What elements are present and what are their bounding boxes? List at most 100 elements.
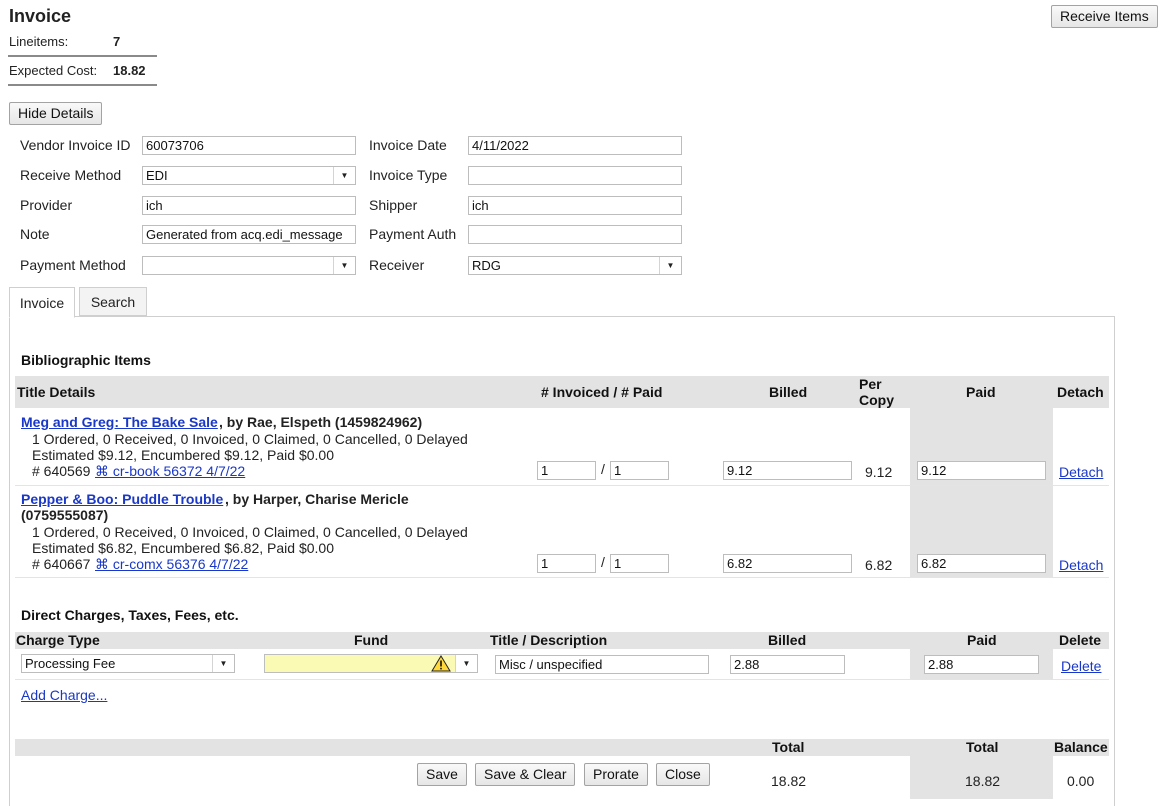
charge-paid-input[interactable]: 2.88	[924, 655, 1039, 674]
lineitems-divider	[8, 55, 157, 57]
col-charge-billed: Billed	[768, 632, 807, 648]
provider-label: Provider	[20, 197, 73, 213]
paid-input[interactable]: 6.82	[917, 554, 1046, 573]
payment-auth-label: Payment Auth	[369, 226, 457, 242]
item-byline-isbn: (0759555087)	[21, 507, 109, 523]
balance-label: Balance	[1054, 739, 1108, 755]
lineitems-value: 7	[113, 34, 121, 49]
col-charge-type: Charge Type	[16, 632, 100, 648]
col-title-details: Title Details	[17, 384, 96, 400]
invoiced-count-input[interactable]: 1	[537, 461, 596, 480]
expected-cost-value: 18.82	[113, 63, 146, 78]
prorate-button[interactable]: Prorate	[584, 763, 648, 786]
col-paid: Paid	[966, 384, 996, 400]
tab-invoice[interactable]: Invoice	[9, 287, 75, 318]
tab-search[interactable]: Search	[79, 287, 147, 316]
col-title-description: Title / Description	[490, 632, 608, 648]
chevron-down-icon[interactable]: ▼	[333, 257, 355, 274]
invoiced-count-input[interactable]: 1	[537, 554, 596, 573]
tab-search-label: Search	[90, 294, 136, 310]
balance-value: 0.00	[1067, 773, 1095, 789]
payment-method-select[interactable]: ▼	[142, 256, 356, 275]
paid-input[interactable]: 9.12	[917, 461, 1046, 480]
total-paid-value: 18.82	[965, 773, 1001, 789]
item-byline: , by Rae, Elspeth (1459824962)	[219, 414, 423, 430]
total-label: Total	[772, 739, 805, 755]
provider-input[interactable]: ich	[142, 196, 356, 215]
total-billed-value: 18.82	[771, 773, 807, 789]
bib-section-title: Bibliographic Items	[21, 352, 151, 368]
receiver-select[interactable]: RDG ▼	[468, 256, 682, 275]
paid-count-input[interactable]: 1	[610, 554, 669, 573]
billed-input[interactable]: 6.82	[723, 554, 852, 573]
paid-total-label: Total	[966, 739, 999, 755]
slash-separator: /	[601, 554, 605, 570]
add-charge-link[interactable]: Add Charge...	[21, 687, 107, 703]
invoice-date-input[interactable]: 4/11/2022	[468, 136, 682, 155]
col-delete: Delete	[1059, 632, 1102, 648]
save-clear-button[interactable]: Save & Clear	[475, 763, 576, 786]
expected-cost-label: Expected Cost:	[9, 63, 98, 78]
item-title-link[interactable]: Pepper & Boo: Puddle Trouble	[21, 491, 223, 507]
save-button[interactable]: Save	[417, 763, 467, 786]
receive-method-value: EDI	[146, 168, 168, 183]
payment-method-label: Payment Method	[20, 257, 126, 273]
receiver-value: RDG	[472, 258, 501, 273]
col-detach: Detach	[1057, 384, 1104, 400]
item-id: # 640569	[32, 463, 91, 479]
note-label: Note	[20, 226, 50, 242]
charge-billed-input[interactable]: 2.88	[730, 655, 845, 674]
expected-cost-divider	[8, 84, 157, 86]
shipper-input[interactable]: ich	[468, 196, 682, 215]
chevron-down-icon[interactable]: ▼	[333, 167, 355, 184]
billed-input[interactable]: 9.12	[723, 461, 852, 480]
col-per-copy-line2: Copy	[859, 392, 894, 408]
chevron-down-icon[interactable]: ▼	[455, 655, 477, 672]
charge-type-value: Processing Fee	[25, 656, 116, 671]
po-link[interactable]: ⌘ cr-comx 56376 4/7/22	[95, 556, 248, 573]
tab-invoice-label: Invoice	[19, 295, 65, 311]
col-invoiced-paid: # Invoiced / # Paid	[541, 384, 663, 400]
chevron-down-icon[interactable]: ▼	[212, 655, 234, 672]
delete-charge-link[interactable]: Delete	[1061, 658, 1101, 674]
item-title-link[interactable]: Meg and Greg: The Bake Sale	[21, 414, 218, 430]
fund-select[interactable]: ▼	[264, 654, 478, 673]
detach-link[interactable]: Detach	[1059, 557, 1103, 573]
detach-link[interactable]: Detach	[1059, 464, 1103, 480]
vendor-invoice-id-label: Vendor Invoice ID	[20, 137, 131, 153]
slash-separator: /	[601, 461, 605, 477]
row-divider	[15, 577, 1109, 578]
note-input[interactable]: Generated from acq.edi_message	[142, 225, 356, 244]
item-costs: Estimated $6.82, Encumbered $6.82, Paid …	[32, 540, 334, 556]
per-copy-value: 6.82	[865, 557, 893, 573]
warning-icon	[431, 655, 451, 672]
item-status: 1 Ordered, 0 Received, 0 Invoiced, 0 Cla…	[32, 431, 468, 447]
row-divider	[15, 679, 1109, 680]
hide-details-button[interactable]: Hide Details	[9, 102, 103, 125]
col-billed: Billed	[769, 384, 808, 400]
charges-section-title: Direct Charges, Taxes, Fees, etc.	[21, 607, 239, 623]
invoice-date-label: Invoice Date	[369, 137, 447, 153]
lineitems-label: Lineitems:	[9, 34, 69, 49]
invoice-type-label: Invoice Type	[369, 167, 448, 183]
chevron-down-icon[interactable]: ▼	[659, 257, 681, 274]
receiver-label: Receiver	[369, 257, 425, 273]
totals-header-bar	[15, 739, 1109, 756]
charge-description-input[interactable]: Misc / unspecified	[495, 655, 709, 674]
receive-items-button[interactable]: Receive Items	[1051, 5, 1158, 28]
payment-auth-input[interactable]	[468, 225, 682, 244]
close-button[interactable]: Close	[656, 763, 710, 786]
per-copy-value: 9.12	[865, 464, 893, 480]
shipper-label: Shipper	[369, 197, 418, 213]
vendor-invoice-id-input[interactable]: 60073706	[142, 136, 356, 155]
item-byline: , by Harper, Charise Mericle	[225, 491, 409, 507]
invoice-type-input[interactable]	[468, 166, 682, 185]
po-link[interactable]: ⌘ cr-book 56372 4/7/22	[95, 463, 245, 480]
item-costs: Estimated $9.12, Encumbered $9.12, Paid …	[32, 447, 334, 463]
charge-type-select[interactable]: Processing Fee ▼	[21, 654, 235, 673]
receive-method-select[interactable]: EDI ▼	[142, 166, 356, 185]
paid-count-input[interactable]: 1	[610, 461, 669, 480]
page-title: Invoice	[9, 6, 72, 26]
col-charge-paid: Paid	[967, 632, 997, 648]
item-id: # 640667	[32, 556, 91, 572]
